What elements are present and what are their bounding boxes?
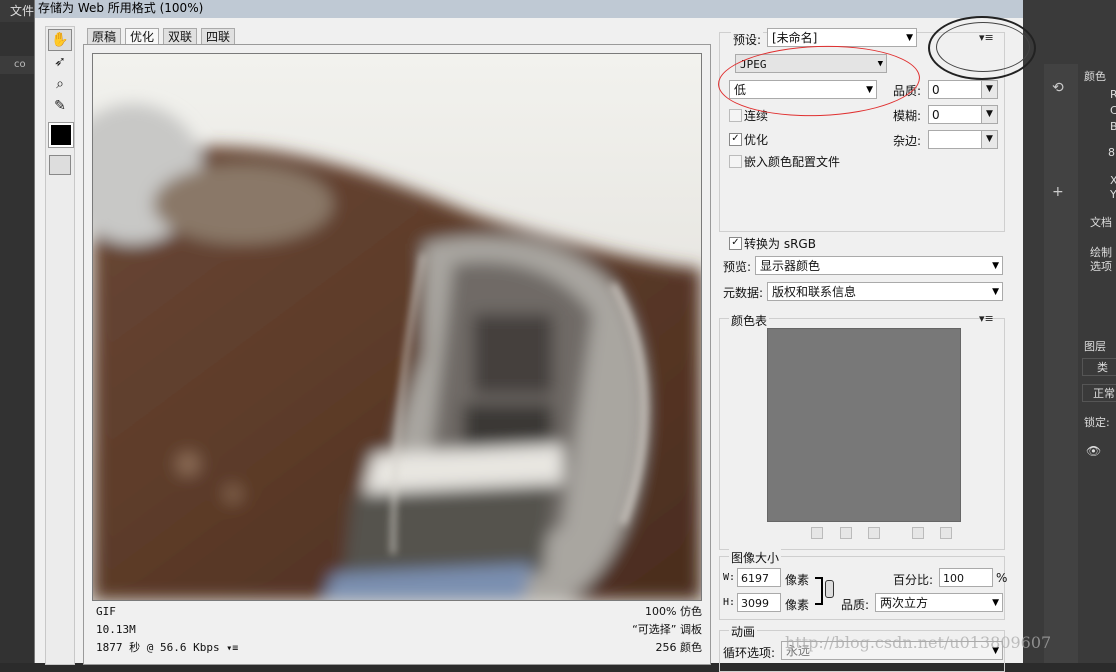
dialog-title: 存储为 Web 所用格式 (100%): [38, 1, 204, 15]
info-colors: 256 颜色: [655, 641, 703, 654]
view-tabs: 原稿 优化 双联 四联: [87, 28, 287, 45]
preview-select[interactable]: 显示器颜色 ▼: [755, 256, 1003, 275]
resample-select[interactable]: 两次立方 ▼: [875, 593, 1003, 612]
blur-label: 模糊:: [893, 109, 922, 123]
quality-input[interactable]: 0 ▼: [928, 80, 998, 99]
optimized-info: GIF 10.13M 1877 秒 @ 56.6 Kbps ▾≡: [96, 603, 238, 658]
watermark: http://blog.csdn.net/u013809607: [785, 633, 1052, 652]
optimized-checkbox[interactable]: ✓: [729, 133, 742, 146]
info-readout-x: X: [1110, 174, 1116, 187]
chevron-down-icon: ▼: [992, 261, 999, 271]
slice-visibility-toggle-icon[interactable]: [49, 155, 71, 175]
chevron-down-icon[interactable]: ▼: [981, 106, 997, 123]
optimized-info-right: 100% 仿色 “可选择” 调板 256 颜色: [564, 603, 702, 657]
percent-label: 百分比:: [893, 573, 934, 587]
map-transparent-icon[interactable]: [811, 527, 823, 539]
tab-4-up[interactable]: 四联: [201, 28, 236, 45]
color-panel-tab[interactable]: 颜色: [1084, 68, 1106, 84]
preset-select[interactable]: [未命名] ▼: [767, 28, 917, 47]
info-readout-c: C: [1110, 104, 1116, 117]
info-dither: 100% 仿色: [645, 605, 702, 618]
constrain-bracket: [815, 577, 823, 605]
info-format: GIF: [96, 605, 116, 618]
height-unit: 像素: [785, 598, 810, 612]
image-size-title: 图像大小: [729, 549, 782, 566]
chevron-down-icon: ▼: [992, 598, 999, 608]
slice-select-tool-icon[interactable]: ➶: [48, 51, 72, 73]
app-right-toolstrip: ⟲ +: [1044, 64, 1078, 663]
chevron-down-icon: ▼: [992, 287, 999, 297]
resample-label: 品质:: [841, 598, 870, 612]
info-download-time: 1877 秒 @ 56.6 Kbps ▾≡: [96, 641, 239, 654]
convert-srgb-checkbox[interactable]: ✓: [729, 237, 742, 250]
info-readout-y: Y: [1110, 188, 1116, 201]
preset-label: 预设:: [731, 31, 764, 48]
chevron-down-icon: ▼: [906, 33, 913, 43]
app-left-strip: [0, 22, 35, 663]
web-shift-icon[interactable]: [840, 527, 852, 539]
new-color-icon[interactable]: [912, 527, 924, 539]
layers-search[interactable]: 类: [1082, 358, 1116, 376]
preview-image[interactable]: [92, 53, 702, 601]
layers-panel-tab[interactable]: 图层: [1084, 338, 1106, 354]
height-input[interactable]: 3099: [737, 593, 781, 612]
chevron-down-icon[interactable]: ▼: [981, 131, 997, 148]
blend-mode-select[interactable]: 正常: [1082, 384, 1116, 402]
width-unit: 像素: [785, 573, 810, 587]
black-annotation-circle-inner: [936, 22, 1030, 72]
animation-title: 动画: [729, 623, 758, 640]
download-time-menu-icon[interactable]: ▾≡: [226, 643, 238, 654]
link-chain-icon[interactable]: [825, 580, 834, 598]
percent-unit: %: [996, 571, 1008, 585]
matte-select[interactable]: ▼: [928, 130, 998, 149]
info-size: 10.13M: [96, 623, 136, 636]
preview-frame: GIF 10.13M 1877 秒 @ 56.6 Kbps ▾≡ 100% 仿色…: [83, 44, 711, 665]
preview-label: 预览:: [723, 260, 752, 274]
metadata-label: 元数据:: [723, 286, 764, 300]
height-label: H:: [723, 597, 736, 608]
optimized-label: 优化: [744, 133, 769, 147]
options-label: 选项: [1090, 260, 1112, 273]
color-table-menu-icon[interactable]: ▾≡: [979, 312, 994, 325]
trash-icon[interactable]: [940, 527, 952, 539]
width-label: W:: [723, 572, 736, 583]
info-readout-r: R: [1110, 88, 1116, 101]
document-label: 文档: [1090, 216, 1112, 229]
blur-input[interactable]: 0 ▼: [928, 105, 998, 124]
eye-icon[interactable]: 👁: [1086, 444, 1101, 458]
width-input[interactable]: 6197: [737, 568, 781, 587]
color-table-swatches[interactable]: [767, 328, 961, 522]
history-icon[interactable]: ⟲: [1052, 80, 1064, 96]
zoom-tool-icon[interactable]: ⌕: [48, 73, 72, 95]
convert-srgb-label: 转换为 sRGB: [744, 237, 816, 251]
color-table-title: 颜色表: [729, 312, 770, 329]
metadata-select[interactable]: 版权和联系信息 ▼: [767, 282, 1003, 301]
menu-file[interactable]: 文件: [10, 2, 34, 19]
lock-color-icon[interactable]: [868, 527, 880, 539]
hand-tool-icon[interactable]: ✋: [48, 29, 72, 51]
eyedropper-color-swatch[interactable]: [48, 122, 74, 148]
embed-profile-checkbox[interactable]: [729, 155, 742, 168]
info-palette: “可选择” 调板: [632, 623, 702, 636]
tab-2-up[interactable]: 双联: [163, 28, 198, 45]
tab-original[interactable]: 原稿: [87, 28, 122, 45]
document-tab[interactable]: co: [0, 56, 34, 74]
loop-label: 循环选项:: [723, 646, 776, 660]
progressive-checkbox[interactable]: [729, 109, 742, 122]
lock-label: 锁定:: [1084, 416, 1110, 429]
chevron-down-icon[interactable]: ▼: [981, 81, 997, 98]
embed-profile-label: 嵌入颜色配置文件: [744, 155, 841, 169]
matte-label: 杂边:: [893, 134, 922, 148]
crosshair-icon[interactable]: +: [1052, 184, 1064, 200]
dialog-titlebar: 存储为 Web 所用格式 (100%): [35, 0, 1023, 18]
percent-input[interactable]: 100: [939, 568, 993, 587]
photo-render: [93, 54, 701, 600]
eyedropper-tool-icon[interactable]: ✎: [48, 95, 72, 117]
info-readout-b: B: [1110, 120, 1116, 133]
tab-optimized[interactable]: 优化: [125, 28, 160, 45]
info-readout-8: 8: [1108, 146, 1115, 159]
tool-panel: ✋ ➶ ⌕ ✎: [45, 26, 75, 665]
